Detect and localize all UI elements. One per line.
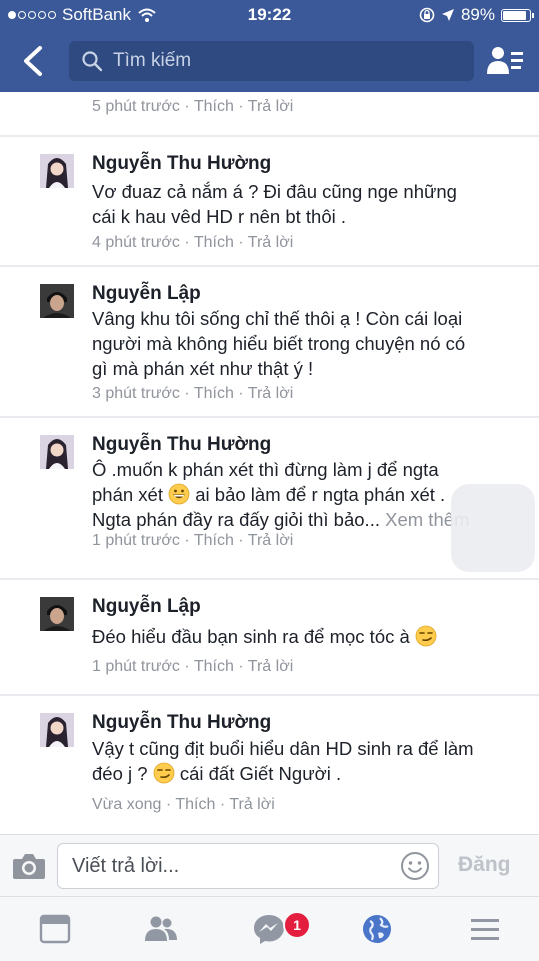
- comment-text-fragment: đéo j ?: [92, 763, 153, 784]
- comment-text-fragment: ai bảo làm để r ngta phán xét .: [190, 484, 446, 505]
- comment-time: 4 phút trước: [92, 234, 180, 251]
- reply-box[interactable]: [57, 843, 439, 889]
- smirking-face-icon: [153, 762, 175, 784]
- comment-item: 5 phút trước · Thích · Trả lời: [0, 92, 539, 135]
- battery-percent: 89%: [460, 5, 495, 24]
- rotation-lock-icon: [419, 7, 435, 23]
- messenger-icon[interactable]: [252, 913, 286, 945]
- comment-meta: 4 phút trước · Thích · Trả lời: [92, 234, 294, 251]
- emoji-picker-icon[interactable]: [400, 851, 430, 881]
- comment-author[interactable]: Nguyễn Lập: [92, 283, 201, 305]
- friends-icon[interactable]: [144, 913, 178, 945]
- avatar[interactable]: [40, 284, 74, 318]
- search-bar[interactable]: [69, 41, 474, 81]
- comment-author[interactable]: Nguyễn Thu Hường: [92, 153, 271, 175]
- comment-line: Vậy t cũng địt buổi hiểu dân HD sinh ra …: [92, 738, 474, 759]
- status-right-group: 89%: [419, 5, 534, 25]
- back-button[interactable]: [18, 44, 48, 78]
- grinning-face-icon: [168, 483, 190, 505]
- menu-icon[interactable]: [468, 913, 502, 945]
- comment-line: gì mà phán xét như thật ý !: [92, 358, 314, 379]
- comment-text: Vậy t cũng địt buổi hiểu dân HD sinh ra …: [92, 736, 522, 786]
- comment-text-fragment: Đéo hiểu đầu bạn sinh ra để mọc tóc à: [92, 626, 415, 647]
- comment-text: Đéo hiểu đầu bạn sinh ra để mọc tóc à: [92, 624, 522, 649]
- comment-line: Vơ đuaz cả nắm á ? Đi đâu cũng nge những: [92, 181, 457, 202]
- bottom-tab-bar: 1: [0, 896, 539, 961]
- comment-meta: 3 phút trước · Thích · Trả lời: [92, 385, 294, 402]
- like-link[interactable]: Thích: [194, 234, 234, 251]
- battery-icon: [501, 8, 534, 22]
- like-link[interactable]: Thích: [175, 796, 215, 813]
- notifications-globe-icon[interactable]: [360, 913, 394, 945]
- comment-line: cái k hau vêd HD r nên bt thôi .: [92, 206, 346, 227]
- comment-line: đéo j ? cái đất Giết Người .: [92, 761, 522, 786]
- comment-author[interactable]: Nguyễn Thu Hường: [92, 712, 271, 734]
- messages-badge: 1: [283, 911, 311, 939]
- search-icon: [82, 51, 103, 72]
- comment-item: Nguyễn Thu Hường Vậy t cũng địt buổi hiể…: [0, 696, 539, 834]
- comment-line: Ô .muốn k phán xét thì đừng làm j để ngt…: [92, 459, 439, 480]
- comment-text-fragment: phán xét: [92, 484, 169, 505]
- comments-feed: 5 phút trước · Thích · Trả lời Nguyễn Th…: [0, 92, 539, 834]
- comment-time: 5 phút trước: [92, 98, 180, 115]
- reply-link[interactable]: Trả lời: [248, 532, 293, 549]
- comment-text-fragment: Ngta phán đầy ra đấy giỏi thì bảo...: [92, 509, 380, 530]
- comment-author[interactable]: Nguyễn Lập: [92, 596, 201, 618]
- comment-author[interactable]: Nguyễn Thu Hường: [92, 434, 271, 456]
- like-link[interactable]: Thích: [194, 98, 234, 115]
- location-arrow-icon: [441, 9, 454, 21]
- like-link[interactable]: Thích: [194, 532, 234, 549]
- comment-text-fragment: cái đất Giết Người .: [174, 763, 342, 784]
- avatar[interactable]: [40, 435, 74, 469]
- friend-requests-icon[interactable]: [485, 44, 525, 78]
- smirking-face-icon: [415, 625, 437, 647]
- like-link[interactable]: Thích: [194, 658, 234, 675]
- comment-item: Nguyễn Thu Hường Vơ đuaz cả nắm á ? Đi đ…: [0, 137, 539, 265]
- navigation-bar: [0, 30, 539, 92]
- reply-composer: Đăng: [0, 834, 539, 897]
- comment-time: 1 phút trước: [92, 658, 180, 675]
- search-input[interactable]: [111, 49, 455, 73]
- avatar[interactable]: [40, 597, 74, 631]
- comment-time: Vừa xong: [92, 796, 162, 813]
- camera-icon[interactable]: [12, 851, 46, 881]
- comment-meta: Vừa xong · Thích · Trả lời: [92, 796, 275, 813]
- reply-link[interactable]: Trả lời: [248, 385, 293, 402]
- reply-link[interactable]: Trả lời: [229, 796, 274, 813]
- avatar[interactable]: [40, 154, 74, 188]
- avatar[interactable]: [40, 713, 74, 747]
- reply-input[interactable]: [70, 853, 394, 879]
- post-button[interactable]: Đăng: [458, 853, 511, 877]
- comment-time: 1 phút trước: [92, 532, 180, 549]
- comment-line: Vâng khu tôi sống chỉ thế thôi ạ ! Còn c…: [92, 308, 463, 329]
- comment-meta: 5 phút trước · Thích · Trả lời: [92, 98, 294, 115]
- like-link[interactable]: Thích: [194, 385, 234, 402]
- comment-text: Vơ đuaz cả nắm á ? Đi đâu cũng nge những…: [92, 179, 522, 229]
- comment-text: Vâng khu tôi sống chỉ thế thôi ạ ! Còn c…: [92, 306, 522, 381]
- reply-link[interactable]: Trả lời: [248, 658, 293, 675]
- comment-item: Nguyễn Lập Vâng khu tôi sống chỉ thế thô…: [0, 267, 539, 416]
- news-feed-icon[interactable]: [38, 913, 72, 945]
- comment-time: 3 phút trước: [92, 385, 180, 402]
- comment-item: Nguyễn Lập Đéo hiểu đầu bạn sinh ra để m…: [0, 580, 539, 694]
- floating-overlay-button[interactable]: [451, 484, 535, 572]
- reply-link[interactable]: Trả lời: [248, 234, 293, 251]
- comment-line: người mà không hiểu biết trong chuyện nó…: [92, 333, 466, 354]
- comment-meta: 1 phút trước · Thích · Trả lời: [92, 532, 294, 549]
- reply-link[interactable]: Trả lời: [248, 98, 293, 115]
- comment-line: Đéo hiểu đầu bạn sinh ra để mọc tóc à: [92, 624, 522, 649]
- status-bar: SoftBank 19:22 89%: [0, 0, 539, 30]
- comment-meta: 1 phút trước · Thích · Trả lời: [92, 658, 294, 675]
